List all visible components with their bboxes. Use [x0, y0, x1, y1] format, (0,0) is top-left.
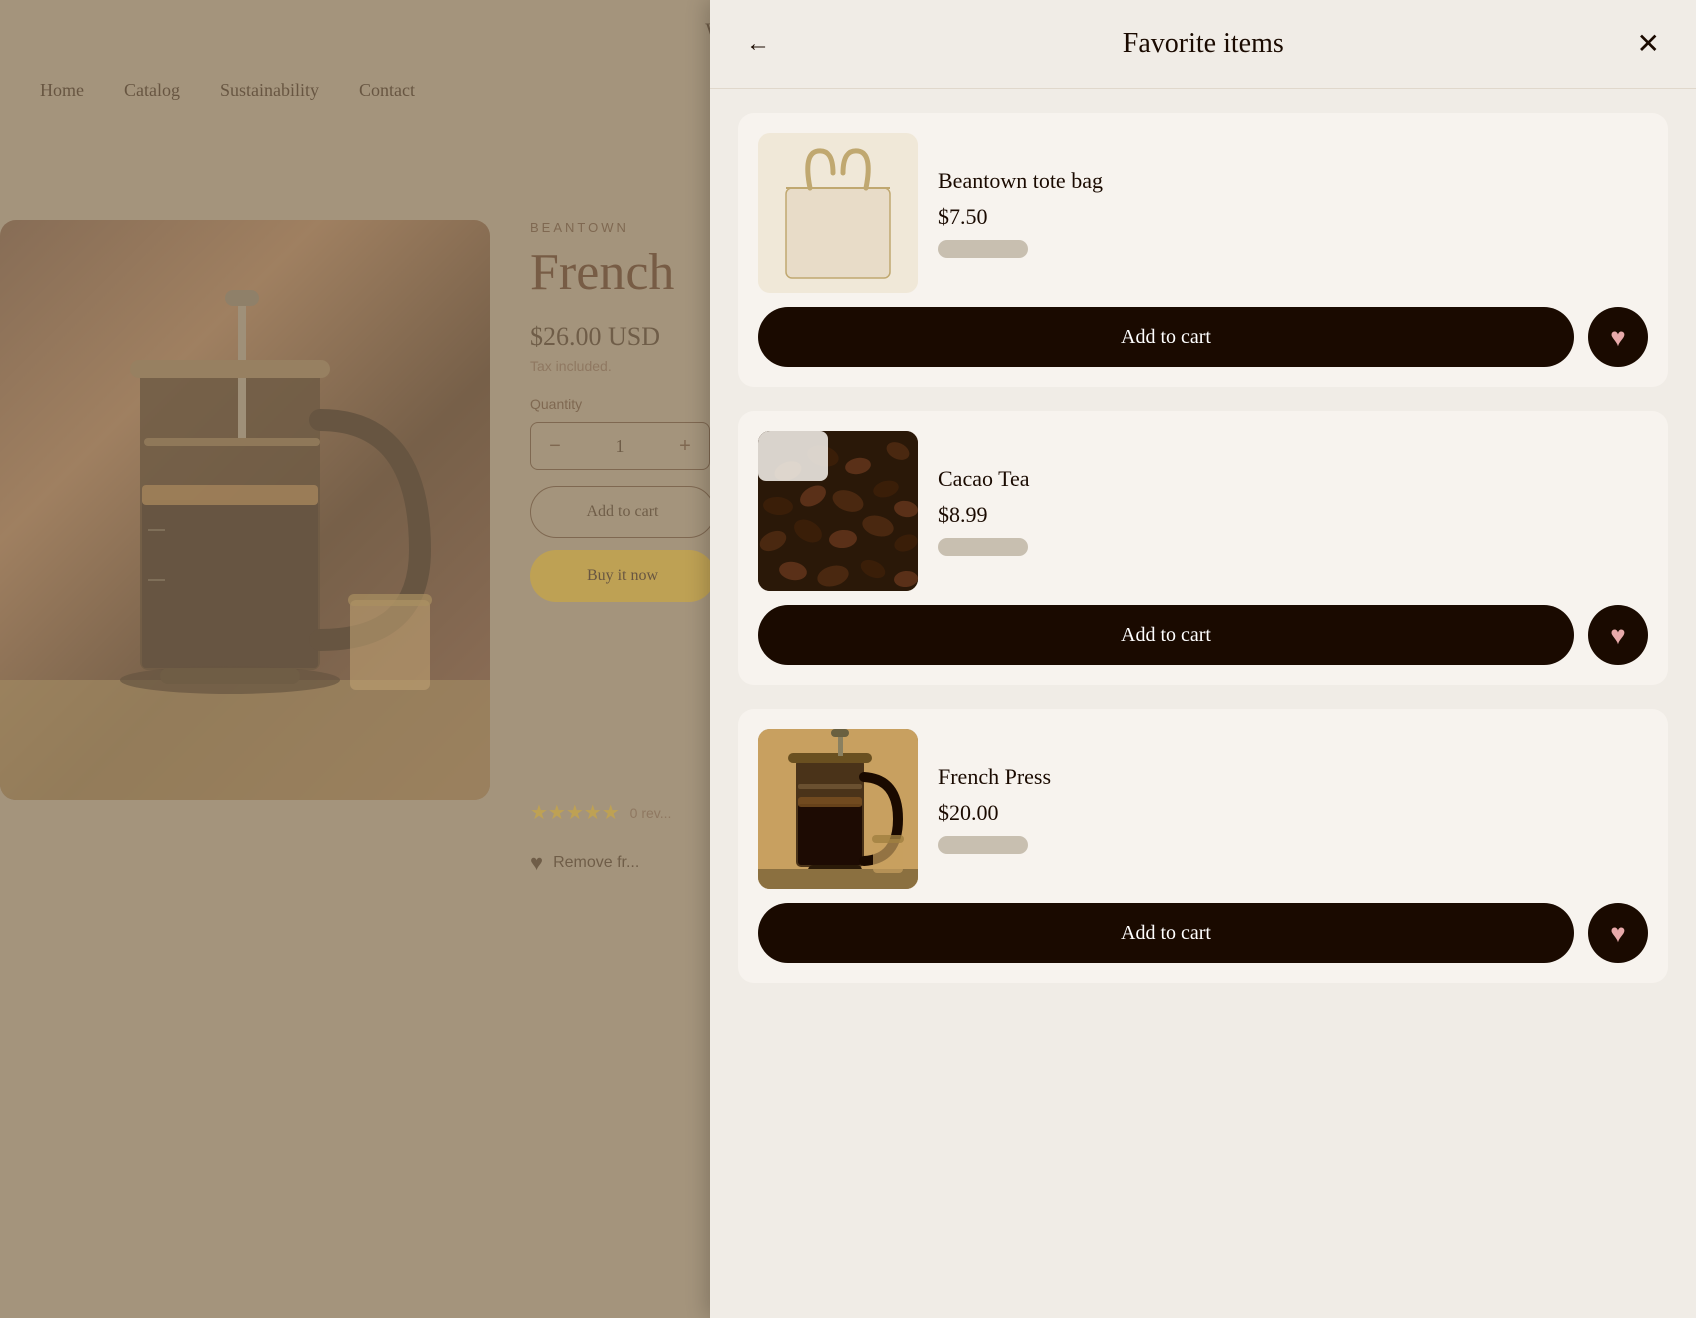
close-icon: ✕ [1637, 28, 1660, 59]
cacao-tea-add-to-cart-button[interactable]: Add to cart [758, 605, 1574, 665]
french-press-panel-visual [758, 729, 918, 889]
background-blur-overlay [0, 0, 710, 1318]
cacao-tea-color-swatch [938, 538, 1028, 556]
tote-bag-svg [758, 133, 918, 293]
cacao-tea-actions: Add to cart ♥ [758, 605, 1648, 665]
favorites-panel: ← Favorite items ✕ [710, 0, 1696, 1318]
item-card-tote-bag: Beantown tote bag $7.50 Add to cart ♥ [738, 113, 1668, 387]
french-press-panel-name: French Press [938, 764, 1648, 790]
heart-filled-icon-2: ♥ [1610, 620, 1625, 651]
item-card-french-press: French Press $20.00 Add to cart ♥ [738, 709, 1668, 983]
panel-fp-svg [758, 729, 918, 889]
tote-bag-actions: Add to cart ♥ [758, 307, 1648, 367]
panel-header: ← Favorite items ✕ [710, 0, 1696, 89]
french-press-panel-actions: Add to cart ♥ [758, 903, 1648, 963]
french-press-panel-price: $20.00 [938, 800, 1648, 826]
tote-bag-add-to-cart-button[interactable]: Add to cart [758, 307, 1574, 367]
tote-bag-name: Beantown tote bag [938, 168, 1648, 194]
french-press-panel-color-swatch [938, 836, 1028, 854]
french-press-favorite-button[interactable]: ♥ [1588, 903, 1648, 963]
item-top-cacao-tea: Cacao Tea $8.99 [758, 431, 1648, 591]
panel-close-button[interactable]: ✕ [1637, 30, 1660, 58]
tote-bag-color-swatch [938, 240, 1028, 258]
tote-bag-visual [758, 133, 918, 293]
cacao-tea-price: $8.99 [938, 502, 1648, 528]
item-top-french-press: French Press $20.00 [758, 729, 1648, 889]
cacao-tea-favorite-button[interactable]: ♥ [1588, 605, 1648, 665]
cacao-svg [758, 431, 918, 591]
french-press-panel-image [758, 729, 918, 889]
french-press-add-to-cart-button[interactable]: Add to cart [758, 903, 1574, 963]
cacao-tea-details: Cacao Tea $8.99 [938, 431, 1648, 591]
cacao-tea-visual [758, 431, 918, 591]
back-arrow-icon: ← [746, 30, 770, 58]
tote-bag-details: Beantown tote bag $7.50 [938, 133, 1648, 293]
cacao-tea-name: Cacao Tea [938, 466, 1648, 492]
french-press-panel-details: French Press $20.00 [938, 729, 1648, 889]
tote-bag-image [758, 133, 918, 293]
panel-title: Favorite items [1123, 28, 1284, 60]
tote-bag-price: $7.50 [938, 204, 1648, 230]
heart-filled-icon: ♥ [1610, 322, 1625, 353]
item-top-tote-bag: Beantown tote bag $7.50 [758, 133, 1648, 293]
heart-filled-icon-3: ♥ [1610, 918, 1625, 949]
item-card-cacao-tea: Cacao Tea $8.99 Add to cart ♥ [738, 411, 1668, 685]
cacao-tea-image [758, 431, 918, 591]
tote-bag-favorite-button[interactable]: ♥ [1588, 307, 1648, 367]
panel-back-button[interactable]: ← [746, 30, 770, 58]
